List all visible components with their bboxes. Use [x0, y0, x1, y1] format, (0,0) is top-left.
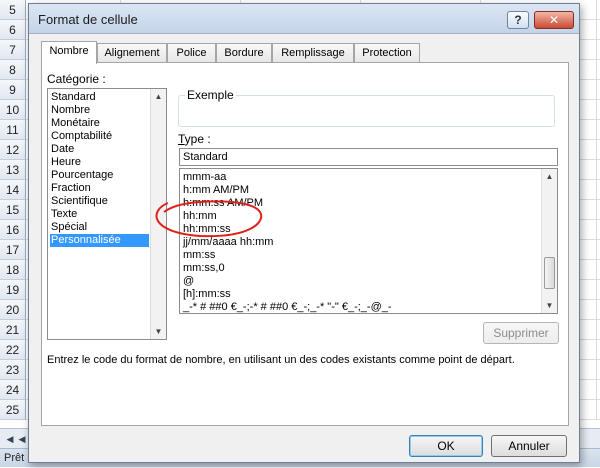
sample-group: Exemple — [178, 88, 555, 127]
type-scrollbar[interactable]: ▲ ▼ — [541, 169, 557, 313]
row-header[interactable]: 9 — [0, 80, 26, 100]
status-text: Prêt — [4, 452, 25, 464]
category-item[interactable]: Date — [50, 143, 149, 156]
scroll-up-icon[interactable]: ▲ — [542, 169, 557, 184]
category-scrollbar[interactable]: ▲ ▼ — [150, 89, 166, 339]
type-label: Type : — [178, 132, 211, 146]
tab-nombre[interactable]: Nombre — [41, 41, 97, 64]
scroll-up-icon[interactable]: ▲ — [151, 89, 166, 104]
category-label: Catégorie : — [47, 72, 106, 86]
dialog-title: Format de cellule — [38, 12, 138, 27]
row-header[interactable]: 13 — [0, 160, 26, 180]
row-header[interactable]: 15 — [0, 200, 26, 220]
type-item[interactable]: mmm-aa — [182, 171, 537, 184]
row-header[interactable]: 23 — [0, 360, 26, 380]
nombre-tab-panel: Catégorie : Standard Nombre Monétaire Compt… — [41, 62, 569, 426]
category-item[interactable]: Spécial — [50, 221, 149, 234]
type-input[interactable]: Standard — [179, 148, 558, 166]
row-header[interactable]: 21 — [0, 320, 26, 340]
type-item[interactable]: h:mm:ss AM/PM — [182, 197, 537, 210]
sample-label: Exemple — [185, 88, 236, 102]
category-item[interactable]: Standard — [50, 91, 149, 104]
type-listbox[interactable]: mmm-aa h:mm AM/PM h:mm:ss AM/PM hh:mm hh:mm:… — [179, 168, 558, 314]
category-item[interactable]: Fraction — [50, 182, 149, 195]
category-item[interactable]: Texte — [50, 208, 149, 221]
row-header[interactable]: 12 — [0, 140, 26, 160]
row-header[interactable]: 16 — [0, 220, 26, 240]
row-header[interactable]: 24 — [0, 380, 26, 400]
category-item[interactable]: Monétaire — [50, 117, 149, 130]
type-item[interactable]: jj/mm/aaaa hh:mm — [182, 236, 537, 249]
type-item[interactable]: [h]:mm:ss — [182, 288, 537, 301]
cancel-button[interactable]: Annuler — [491, 435, 567, 457]
category-item[interactable]: Scientifique — [50, 195, 149, 208]
row-header[interactable]: 17 — [0, 240, 26, 260]
description-text: Entrez le code du format de nombre, en u… — [47, 354, 515, 366]
category-item[interactable]: Pourcentage — [50, 169, 149, 182]
tab-bordure[interactable]: Bordure — [216, 43, 272, 63]
type-item[interactable]: @ — [182, 275, 537, 288]
row-header[interactable]: 7 — [0, 40, 26, 60]
delete-button[interactable]: Supprimer — [483, 322, 559, 344]
scroll-down-icon[interactable]: ▼ — [542, 298, 557, 313]
row-header[interactable]: 11 — [0, 120, 26, 140]
type-item[interactable]: hh:mm — [182, 210, 537, 223]
row-header[interactable]: 19 — [0, 280, 26, 300]
grid-column-line — [596, 0, 597, 420]
row-header[interactable]: 22 — [0, 340, 26, 360]
dialog-titlebar[interactable]: Format de cellule ? ✕ — [29, 4, 579, 34]
ok-button[interactable]: OK — [409, 435, 483, 457]
type-item[interactable]: mm:ss,0 — [182, 262, 537, 275]
close-button[interactable]: ✕ — [534, 11, 574, 29]
row-header[interactable]: 6 — [0, 20, 26, 40]
row-header[interactable]: 20 — [0, 300, 26, 320]
type-item[interactable]: _-* # ##0 €_-;-* # ##0 €_-;_-* "-" €_-;_… — [182, 301, 537, 314]
tab-police[interactable]: Police — [167, 43, 216, 63]
category-item[interactable]: Personnalisée — [50, 234, 149, 247]
category-item[interactable]: Comptabilité — [50, 130, 149, 143]
scroll-thumb[interactable] — [544, 257, 555, 289]
scroll-down-icon[interactable]: ▼ — [151, 324, 166, 339]
row-header[interactable]: 25 — [0, 400, 26, 420]
category-item[interactable]: Nombre — [50, 104, 149, 117]
type-item[interactable]: h:mm AM/PM — [182, 184, 537, 197]
category-item[interactable]: Heure — [50, 156, 149, 169]
help-button[interactable]: ? — [507, 11, 529, 29]
first-sheet-icon[interactable]: ◀ — [4, 433, 16, 445]
row-header[interactable]: 8 — [0, 60, 26, 80]
category-listbox[interactable]: Standard Nombre Monétaire Comptabilité Date H… — [47, 88, 167, 340]
previous-sheet-icon[interactable]: ◀ — [16, 433, 28, 445]
tab-alignement[interactable]: Alignement — [97, 43, 167, 63]
format-cells-dialog: Format de cellule ? ✕ Nombre Alignement … — [28, 3, 580, 463]
row-header[interactable]: 5 — [0, 0, 26, 20]
type-item[interactable]: hh:mm:ss — [182, 223, 537, 236]
row-header[interactable]: 18 — [0, 260, 26, 280]
tab-protection[interactable]: Protection — [354, 43, 420, 63]
row-header[interactable]: 14 — [0, 180, 26, 200]
type-item[interactable]: mm:ss — [182, 249, 537, 262]
tab-remplissage[interactable]: Remplissage — [272, 43, 354, 63]
row-header[interactable]: 10 — [0, 100, 26, 120]
